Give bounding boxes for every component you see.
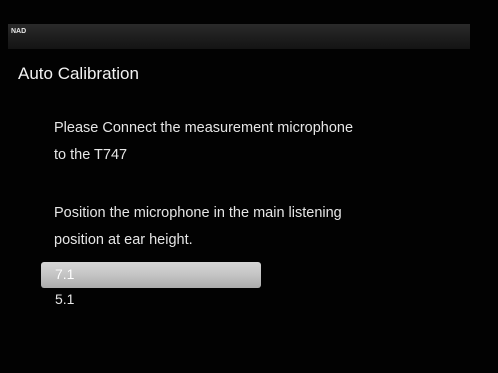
nad-logo: NAD (11, 28, 27, 35)
instruction-line-4: position at ear height. (54, 232, 193, 248)
instruction-line-1: Please Connect the measurement microphon… (54, 120, 354, 136)
instruction-line-2: to the T747 (54, 147, 128, 163)
instruction-line-3: Position the microphone in the main list… (54, 205, 342, 221)
option-7-1[interactable]: 7.1 (41, 262, 261, 288)
header-bar: NAD (8, 24, 470, 49)
calibration-screen: NAD Auto Calibration Please Connect the … (0, 0, 498, 373)
option-5-1[interactable]: 5.1 (55, 291, 74, 307)
option-label: 7.1 (55, 266, 75, 282)
page-title: Auto Calibration (18, 64, 139, 83)
